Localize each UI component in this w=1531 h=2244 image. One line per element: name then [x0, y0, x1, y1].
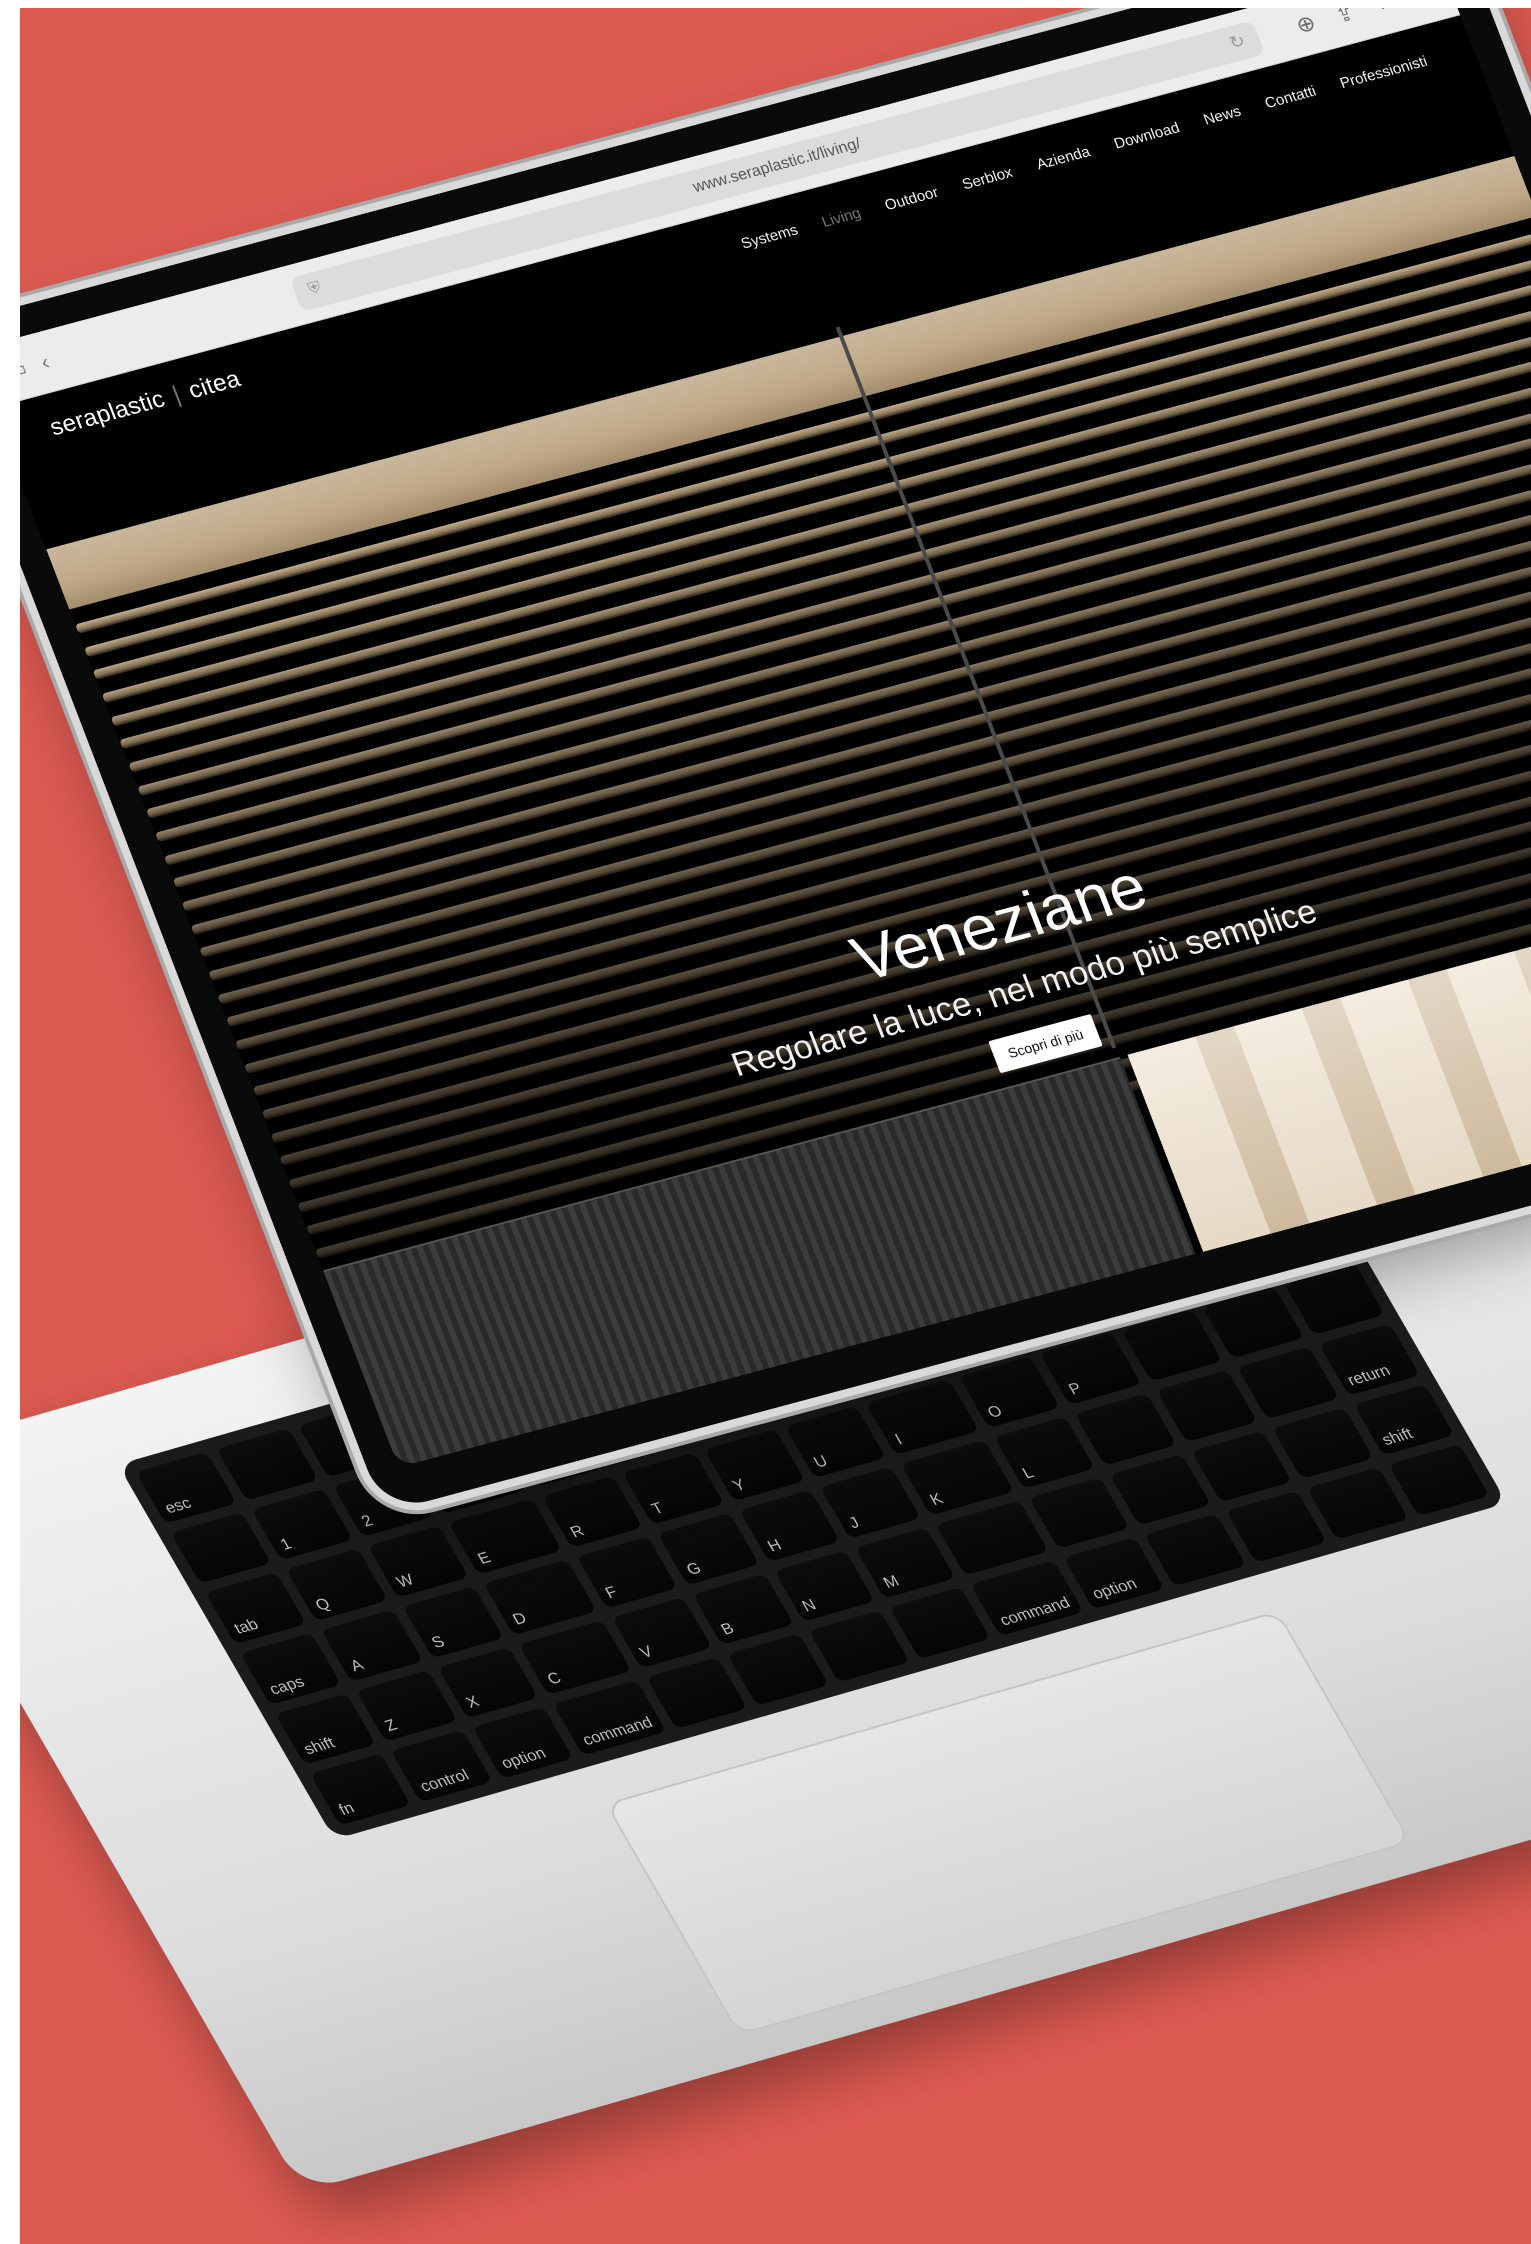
nav-item-contatti[interactable]: Contatti: [1262, 82, 1318, 111]
keyboard-key[interactable]: control: [391, 1730, 493, 1803]
keyboard-key[interactable]: V: [611, 1596, 713, 1669]
keyboard-key[interactable]: [1144, 1514, 1246, 1587]
keyboard-key[interactable]: [1190, 1430, 1293, 1503]
scene: esc1234567890deletetabQWERTYUIOPcapsASDF…: [0, 0, 1531, 2244]
keyboard-key[interactable]: P: [1039, 1332, 1142, 1405]
keyboard-key[interactable]: E: [448, 1499, 562, 1575]
keyboard-key[interactable]: X: [437, 1646, 539, 1719]
keyboard-key[interactable]: J: [819, 1466, 922, 1539]
keyboard-key[interactable]: R: [541, 1475, 643, 1548]
nav-item-outdoor[interactable]: Outdoor: [882, 184, 940, 214]
keyboard-key[interactable]: C: [518, 1619, 632, 1696]
keyboard-key[interactable]: [889, 1587, 991, 1660]
download-icon[interactable]: ⊕: [1292, 9, 1319, 38]
image-border-left: [0, 0, 20, 2244]
keyboard-key[interactable]: [1225, 1490, 1328, 1563]
keyboard-key[interactable]: shift: [1353, 1383, 1455, 1456]
logo-citea: citea: [184, 365, 245, 405]
keyboard-key[interactable]: [646, 1657, 748, 1730]
nav-item-azienda[interactable]: Azienda: [1034, 143, 1092, 173]
nav-item-download[interactable]: Download: [1111, 119, 1182, 152]
keyboard-key[interactable]: caps: [240, 1632, 342, 1705]
nav-item-serblox[interactable]: Serblox: [960, 164, 1015, 193]
keyboard-key[interactable]: [1109, 1453, 1211, 1526]
nav-item-living[interactable]: Living: [819, 204, 863, 230]
keyboard-key[interactable]: esc: [135, 1451, 237, 1524]
keyboard-key[interactable]: option: [1063, 1537, 1165, 1610]
keyboard-key[interactable]: [1028, 1477, 1130, 1550]
keyboard-key[interactable]: command: [970, 1560, 1084, 1636]
keyboard-key[interactable]: [1202, 1286, 1304, 1359]
logo-separator: |: [168, 381, 185, 409]
keyboard-key[interactable]: L: [993, 1416, 1095, 1489]
keyboard-key[interactable]: [808, 1610, 910, 1683]
keyboard-key[interactable]: [1155, 1370, 1258, 1443]
keyboard-key[interactable]: [216, 1428, 319, 1501]
keyboard-key[interactable]: [170, 1511, 272, 1584]
keyboard-key[interactable]: [1121, 1309, 1223, 1382]
keyboard-key[interactable]: [1074, 1393, 1177, 1466]
keyboard-key[interactable]: return: [1318, 1323, 1420, 1396]
privacy-shield-icon[interactable]: ⛨: [306, 279, 324, 299]
keyboard-key[interactable]: M: [854, 1526, 957, 1599]
keyboard-key[interactable]: T: [622, 1452, 724, 1525]
keyboard-key[interactable]: [727, 1633, 829, 1706]
keyboard-key[interactable]: H: [738, 1489, 841, 1562]
keyboard-key[interactable]: 1: [251, 1488, 353, 1561]
nav-item-professionisti[interactable]: Professionisti: [1337, 52, 1429, 91]
keyboard-key[interactable]: I: [866, 1379, 979, 1455]
reload-icon[interactable]: ↻: [1226, 30, 1248, 54]
keyboard-key[interactable]: [1283, 1263, 1385, 1336]
keyboard-key[interactable]: Z: [356, 1669, 458, 1742]
keyboard-key[interactable]: K: [901, 1439, 1014, 1516]
keyboard-key[interactable]: D: [483, 1559, 597, 1635]
keyboard-key[interactable]: Q: [286, 1548, 388, 1621]
keyboard-key[interactable]: fn: [309, 1753, 412, 1826]
keyboard-key[interactable]: B: [692, 1573, 794, 1646]
logo-seraplastic: seraplastic: [46, 385, 169, 442]
keyboard-key[interactable]: [1306, 1467, 1409, 1540]
keyboard-key[interactable]: F: [576, 1536, 678, 1609]
keyboard-key[interactable]: shift: [275, 1693, 377, 1766]
nav-item-systems[interactable]: Systems: [739, 221, 801, 252]
laptop-screen: ▭ ‹ ⛨ www.seraplastic.it/living/ ↻ ⊕ ⇪ +…: [0, 0, 1531, 1468]
keyboard-key[interactable]: [1237, 1346, 1339, 1419]
keyboard-key[interactable]: Y: [703, 1429, 806, 1502]
keyboard-key[interactable]: W: [367, 1525, 470, 1598]
image-border-top: [0, 0, 1531, 8]
keyboard-key[interactable]: [1388, 1444, 1490, 1517]
keyboard-key[interactable]: G: [657, 1513, 759, 1585]
keyboard-key[interactable]: command: [553, 1680, 667, 1756]
keyboard-key[interactable]: O: [958, 1356, 1061, 1429]
keyboard-key[interactable]: N: [773, 1550, 875, 1623]
keyboard-key[interactable]: S: [402, 1586, 504, 1659]
keyboard-key[interactable]: option: [472, 1706, 574, 1779]
nav-item-news[interactable]: News: [1201, 102, 1243, 128]
back-icon[interactable]: ‹: [37, 349, 53, 375]
keyboard-key[interactable]: [935, 1500, 1049, 1576]
keyboard-key[interactable]: U: [785, 1406, 887, 1479]
keyboard-key[interactable]: A: [321, 1609, 423, 1682]
keyboard-key[interactable]: [1272, 1407, 1374, 1480]
keyboard-key[interactable]: tab: [205, 1572, 307, 1645]
